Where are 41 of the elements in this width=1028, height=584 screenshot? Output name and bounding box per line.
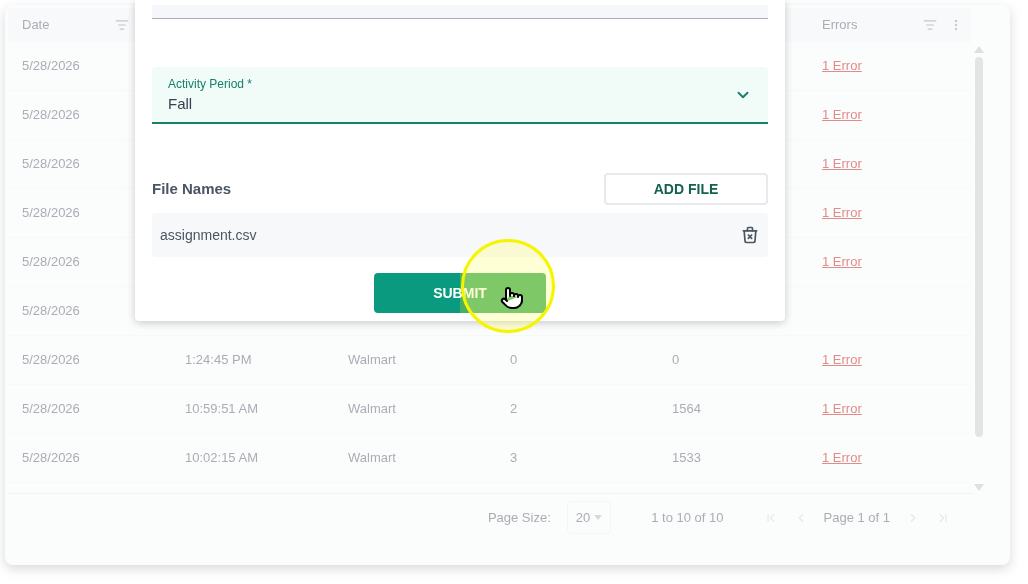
error-link[interactable]: 1 Error [822, 154, 862, 174]
field-label: Activity Period * [168, 75, 254, 92]
activity-period-select[interactable]: Activity Period * Fall [152, 67, 768, 124]
error-link[interactable]: 1 Error [822, 203, 862, 223]
table-cell-text: 0 [672, 351, 680, 370]
table-cell-text: 5/28/2026 [22, 57, 80, 76]
row-range: 1 to 10 of 10 [651, 508, 724, 527]
table-cell-text: 1:24:45 PM [185, 351, 252, 370]
table-cell-text: Walmart [348, 449, 396, 468]
page-size-label: Page Size: [487, 508, 551, 527]
table-cell-text: 5/28/2026 [22, 351, 80, 370]
table-cell-text: 5/28/2026 [22, 400, 80, 419]
section-heading: File Names [152, 178, 232, 199]
field-value: Fall [168, 93, 194, 114]
page-indicator: Page 1 of 1 [823, 508, 890, 527]
error-link[interactable]: 1 Error [822, 105, 862, 125]
table-cell-text: 3 [510, 449, 518, 468]
table-cell-text: 5/28/2026 [22, 253, 80, 272]
table-cell-text: 5/28/2026 [22, 302, 80, 321]
table-cell-text: 1564 [672, 400, 701, 419]
error-link[interactable]: 1 Error [822, 350, 862, 370]
column-header[interactable]: Date [22, 15, 50, 35]
add-file-button[interactable]: ADD FILE [604, 173, 768, 205]
error-link[interactable]: 1 Error [822, 252, 862, 272]
error-link[interactable]: 1 Error [822, 448, 862, 468]
column-header[interactable]: Errors [822, 15, 858, 35]
page-size-select[interactable]: 20 [566, 500, 612, 535]
table-cell-text: Walmart [348, 400, 396, 419]
table-cell-text: Walmart [348, 351, 396, 370]
table-cell-text: 5/28/2026 [22, 155, 80, 174]
table-cell-text: 5/28/2026 [22, 449, 80, 468]
table-cell-text: 5/28/2026 [22, 106, 80, 125]
table-cell-text: 1533 [672, 449, 701, 468]
error-link[interactable]: 1 Error [822, 399, 862, 419]
file-name: assignment.csv [160, 225, 258, 245]
error-link[interactable]: 1 Error [822, 56, 862, 76]
table-cell-text: 5/28/2026 [22, 204, 80, 223]
table-cell-text: 10:59:51 AM [185, 400, 258, 419]
table-cell-text: 0 [510, 351, 518, 370]
table-cell-text: 10:02:15 AM [185, 449, 258, 468]
table-cell-text: 2 [510, 400, 518, 419]
